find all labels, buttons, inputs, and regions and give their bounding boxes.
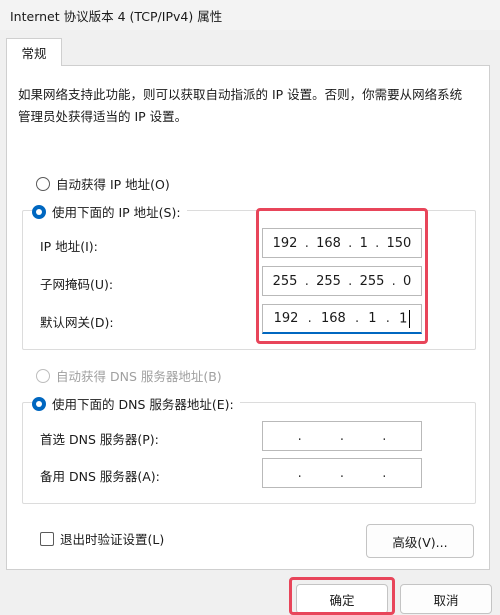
subnet-mask-input[interactable]: 255. 255. 255. 0 [262, 266, 422, 296]
validate-settings-option[interactable]: 退出时验证设置(L) [40, 529, 164, 548]
mask-octet-1: 255 [272, 273, 298, 289]
auto-dns-option: 自动获得 DNS 服务器地址(B) [36, 366, 222, 385]
tab-general-label: 常规 [21, 46, 47, 61]
preferred-dns-label: 首选 DNS 服务器(P): [40, 432, 159, 447]
auto-ip-option[interactable]: 自动获得 IP 地址(O) [36, 174, 170, 193]
ip-octet-4: 150 [386, 235, 412, 251]
manual-ip-label: 使用下面的 IP 地址(S): [52, 205, 181, 220]
validate-settings-checkbox[interactable] [40, 531, 54, 546]
advanced-button[interactable]: 高级(V)... [366, 524, 474, 558]
ip-address-label: IP 地址(I): [40, 239, 98, 254]
cancel-button[interactable]: 取消 [400, 584, 492, 614]
ip-address-input[interactable]: 192. 168. 1. 150 [262, 228, 422, 258]
subnet-mask-label: 子网掩码(U): [40, 277, 114, 292]
gw-octet-3: 1 [368, 311, 377, 326]
gw-octet-4: 1 [399, 311, 408, 326]
window-title: Internet 协议版本 4 (TCP/IPv4) 属性 [10, 8, 223, 24]
mask-octet-3: 255 [359, 273, 385, 289]
gw-octet-1: 192 [273, 311, 299, 326]
default-gateway-label: 默认网关(D): [40, 315, 114, 330]
ip-octet-3: 1 [359, 235, 368, 251]
ip-octet-1: 192 [272, 235, 298, 251]
text-caret [409, 309, 411, 328]
manual-ip-option[interactable]: 使用下面的 IP 地址(S): [32, 202, 187, 221]
ip-octet-2: 168 [316, 235, 341, 251]
manual-dns-option[interactable]: 使用下面的 DNS 服务器地址(E): [32, 394, 240, 413]
validate-settings-label: 退出时验证设置(L) [60, 532, 165, 547]
mask-octet-4: 0 [403, 273, 412, 289]
preferred-dns-input[interactable]: . . . [262, 421, 422, 451]
alternate-dns-input[interactable]: . . . [262, 458, 422, 488]
default-gateway-input[interactable]: 192. 168. 1. 1 [262, 304, 422, 334]
alternate-dns-label: 备用 DNS 服务器(A): [40, 469, 160, 484]
title-bar: Internet 协议版本 4 (TCP/IPv4) 属性 [0, 0, 500, 30]
manual-dns-radio[interactable] [32, 396, 46, 411]
gw-octet-2: 168 [320, 311, 346, 326]
manual-dns-group [22, 402, 476, 504]
tab-general[interactable]: 常规 [6, 38, 62, 66]
manual-dns-label: 使用下面的 DNS 服务器地址(E): [52, 397, 234, 412]
auto-ip-label: 自动获得 IP 地址(O) [56, 177, 170, 192]
auto-dns-label: 自动获得 DNS 服务器地址(B) [56, 369, 222, 384]
mask-octet-2: 255 [316, 273, 341, 289]
description-text: 如果网络支持此功能，则可以获取自动指派的 IP 设置。否则，你需要从网络系统管理… [18, 87, 463, 124]
manual-ip-radio[interactable] [32, 204, 46, 219]
ok-button[interactable]: 确定 [296, 584, 388, 614]
auto-dns-radio [36, 368, 50, 383]
auto-ip-radio[interactable] [36, 176, 50, 191]
